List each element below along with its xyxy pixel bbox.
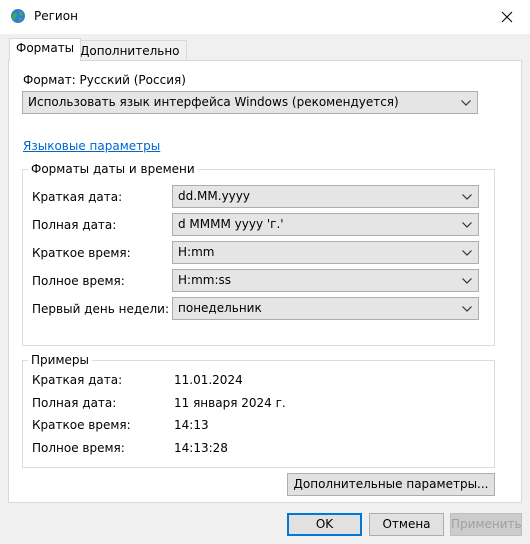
date-time-formats-title: Форматы даты и времени — [28, 162, 198, 176]
format-select-value: Использовать язык интерфейса Windows (ре… — [28, 95, 399, 109]
long-time-select[interactable]: H:mm:ss — [172, 269, 479, 292]
example-long-date-label: Полная дата: — [32, 396, 117, 410]
language-settings-link[interactable]: Языковые параметры — [23, 139, 160, 153]
apply-button[interactable]: Применить — [450, 513, 522, 536]
long-date-select[interactable]: d MMMM yyyy 'г.' — [172, 213, 479, 236]
short-date-label: Краткая дата: — [32, 190, 123, 204]
title-bar: Регион — [0, 0, 530, 34]
long-time-value: H:mm:ss — [178, 273, 231, 287]
example-long-date-value: 11 января 2024 г. — [174, 396, 286, 410]
short-date-select[interactable]: dd.MM.yyyy — [172, 185, 479, 208]
example-long-time-value: 14:13:28 — [174, 441, 228, 455]
format-label: Формат: Русский (Россия) — [23, 73, 186, 87]
short-time-select[interactable]: H:mm — [172, 241, 479, 264]
chevron-down-icon — [462, 242, 472, 263]
chevron-down-icon — [462, 214, 472, 235]
window-title: Регион — [34, 9, 78, 23]
long-date-value: d MMMM yyyy 'г.' — [178, 217, 284, 231]
first-day-label: Первый день недели: — [32, 302, 170, 316]
chevron-down-icon — [462, 298, 472, 319]
close-icon — [501, 11, 513, 23]
short-date-value: dd.MM.yyyy — [178, 189, 250, 203]
first-day-value: понедельник — [178, 301, 262, 315]
additional-settings-button[interactable]: Дополнительные параметры... — [287, 473, 495, 496]
long-time-label: Полное время: — [32, 274, 125, 288]
example-short-date-label: Краткая дата: — [32, 373, 123, 387]
short-time-value: H:mm — [178, 245, 215, 259]
close-button[interactable] — [484, 0, 530, 34]
first-day-select[interactable]: понедельник — [172, 297, 479, 320]
examples-title: Примеры — [28, 353, 92, 367]
short-time-label: Краткое время: — [32, 246, 131, 260]
ok-button[interactable]: OK — [287, 513, 362, 536]
tab-formats[interactable]: Форматы — [9, 38, 82, 61]
globe-icon — [10, 8, 26, 24]
chevron-down-icon — [461, 92, 471, 113]
cancel-button[interactable]: Отмена — [369, 513, 444, 536]
chevron-down-icon — [462, 270, 472, 291]
example-long-time-label: Полное время: — [32, 441, 125, 455]
long-date-label: Полная дата: — [32, 218, 117, 232]
example-short-time-label: Краткое время: — [32, 418, 131, 432]
example-short-time-value: 14:13 — [174, 418, 209, 432]
tab-advanced[interactable]: Дополнительно — [73, 40, 187, 61]
format-select[interactable]: Использовать язык интерфейса Windows (ре… — [22, 91, 478, 114]
chevron-down-icon — [462, 186, 472, 207]
example-short-date-value: 11.01.2024 — [174, 373, 243, 387]
